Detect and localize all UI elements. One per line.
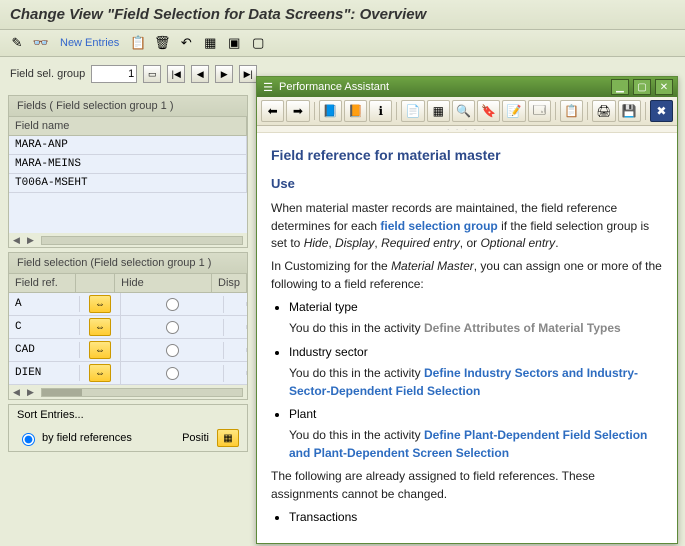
toggle-icon[interactable]: ✎ xyxy=(8,34,26,52)
field-sel-group-input[interactable] xyxy=(91,65,137,83)
col-disp: Disp xyxy=(212,274,247,292)
fsel-panel-header: Field selection (Field selection group 1… xyxy=(9,253,247,274)
col-hide: Hide xyxy=(115,274,212,292)
next-icon[interactable]: ▶ xyxy=(215,65,233,83)
pa-list: Transactions xyxy=(289,509,663,526)
field-selection-panel: Field selection (Field selection group 1… xyxy=(8,252,248,400)
info-icon[interactable]: ℹ xyxy=(369,100,392,122)
scroll-left-icon[interactable]: ◀ xyxy=(13,235,23,245)
back-icon[interactable]: ⬅ xyxy=(261,100,284,122)
last-icon[interactable]: ▶| xyxy=(239,65,257,83)
scrollbar-track[interactable] xyxy=(41,388,243,397)
detail-icon[interactable]: ⇔ xyxy=(89,295,111,313)
window-icon[interactable]: 🗔 xyxy=(528,100,551,122)
hide-radio[interactable] xyxy=(166,298,179,311)
select-all-icon[interactable]: ▦ xyxy=(201,34,219,52)
col-field-ref: Field ref. xyxy=(9,274,76,292)
note-icon[interactable]: 📝 xyxy=(502,100,525,122)
pa-paragraph: In Customizing for the Material Master, … xyxy=(271,258,663,293)
prev-icon[interactable]: ◀ xyxy=(191,65,209,83)
sort-ref-radio[interactable] xyxy=(22,433,35,446)
hscroll[interactable]: ◀ ▶ xyxy=(9,385,247,399)
detail-icon[interactable]: ⇔ xyxy=(89,318,111,336)
hide-radio[interactable] xyxy=(166,321,179,334)
detail-icon[interactable]: ⇔ xyxy=(89,364,111,382)
pa-titlebar[interactable]: ☰ Performance Assistant ▁ ▢ ✕ xyxy=(257,77,677,97)
first-icon[interactable]: |◀ xyxy=(167,65,185,83)
sort-panel: Sort Entries... by field references Posi… xyxy=(8,404,248,452)
table-row[interactable]: A ⇔ xyxy=(9,293,247,316)
new-entries-button[interactable]: New Entries xyxy=(60,37,119,49)
scroll-right-icon[interactable]: ▶ xyxy=(27,387,37,397)
field-selection-group-link[interactable]: field selection group xyxy=(380,219,497,233)
scrollbar-track[interactable] xyxy=(41,236,243,245)
value-help-icon[interactable]: ▭ xyxy=(143,65,161,83)
pa-app-icon: ☰ xyxy=(261,80,275,94)
doc-icon[interactable]: 📄 xyxy=(401,100,424,122)
field-sel-group-label: Field sel. group xyxy=(10,68,85,80)
table-row[interactable]: CAD ⇔ xyxy=(9,339,247,362)
forward-icon[interactable]: ➡ xyxy=(286,100,309,122)
list-item: Material type You do this in the activit… xyxy=(289,299,663,338)
bookmark-icon[interactable]: 🔖 xyxy=(477,100,500,122)
table-row[interactable]: DIEN ⇔ xyxy=(9,362,247,385)
title-bar: Change View "Field Selection for Data Sc… xyxy=(0,0,685,30)
hide-radio[interactable] xyxy=(166,367,179,380)
hide-radio[interactable] xyxy=(166,344,179,357)
grid-icon[interactable]: ▦ xyxy=(427,100,450,122)
position-label: Positi xyxy=(182,432,209,444)
pa-grip[interactable]: · · · · · xyxy=(257,126,677,133)
detail-icon[interactable]: ⇔ xyxy=(89,341,111,359)
book2-icon[interactable]: 📙 xyxy=(344,100,367,122)
close-icon[interactable]: ✕ xyxy=(655,79,673,95)
performance-assistant-window: ☰ Performance Assistant ▁ ▢ ✕ ⬅ ➡ 📘 📙 ℹ … xyxy=(256,76,678,544)
pa-body: Field reference for material master Use … xyxy=(257,133,677,543)
pa-use-heading: Use xyxy=(271,175,663,194)
list-item: Plant You do this in the activity Define… xyxy=(289,406,663,462)
table-row[interactable]: MARA-ANP xyxy=(9,136,247,155)
table-row[interactable]: MARA-MEINS xyxy=(9,155,247,174)
pa-list: Material type You do this in the activit… xyxy=(289,299,663,462)
sort-label: Sort Entries... xyxy=(17,409,239,421)
page-title: Change View "Field Selection for Data Sc… xyxy=(10,6,675,23)
copy-icon[interactable]: 📋 xyxy=(129,34,147,52)
table-row[interactable]: C ⇔ xyxy=(9,316,247,339)
pa-paragraph: When material master records are maintai… xyxy=(271,200,663,252)
book-icon[interactable]: 📘 xyxy=(319,100,342,122)
scroll-right-icon[interactable]: ▶ xyxy=(27,235,37,245)
select-block-icon[interactable]: ▣ xyxy=(225,34,243,52)
pa-paragraph: The following are already assigned to fi… xyxy=(271,468,663,503)
list-item: Industry sector You do this in the activ… xyxy=(289,344,663,400)
sort-by-ref[interactable]: by field references xyxy=(17,430,132,446)
maximize-icon[interactable]: ▢ xyxy=(633,79,651,95)
minimize-icon[interactable]: ▁ xyxy=(611,79,629,95)
pa-toolbar: ⬅ ➡ 📘 📙 ℹ 📄 ▦ 🔍 🔖 📝 🗔 📋 🖨 💾 ✖ xyxy=(257,97,677,126)
undo-icon[interactable]: ↶ xyxy=(177,34,195,52)
define-attributes-link[interactable]: Define Attributes of Material Types xyxy=(424,321,621,335)
table-row[interactable]: T006A-MSEHT xyxy=(9,174,247,193)
glasses-icon[interactable]: 👓 xyxy=(32,34,50,52)
print-icon[interactable]: 🖨 xyxy=(592,100,615,122)
fields-panel: Fields ( Field selection group 1 ) Field… xyxy=(8,95,248,248)
save-icon[interactable]: 💾 xyxy=(618,100,641,122)
main-toolbar: ✎ 👓 New Entries 📋 🗑 ↶ ▦ ▣ ▢ xyxy=(0,30,685,57)
copy2-icon[interactable]: 📋 xyxy=(560,100,583,122)
find-icon[interactable]: 🔍 xyxy=(452,100,475,122)
delete-icon[interactable]: 🗑 xyxy=(153,34,171,52)
fields-panel-header: Fields ( Field selection group 1 ) xyxy=(9,96,247,117)
col-field-name: Field name xyxy=(9,117,247,135)
list-item: Transactions xyxy=(289,509,663,526)
stop-icon[interactable]: ✖ xyxy=(650,100,673,122)
position-icon[interactable]: ▦ xyxy=(217,429,239,447)
deselect-icon[interactable]: ▢ xyxy=(249,34,267,52)
pa-heading: Field reference for material master xyxy=(271,145,663,165)
scroll-left-icon[interactable]: ◀ xyxy=(13,387,23,397)
hscroll[interactable]: ◀ ▶ xyxy=(9,233,247,247)
pa-title: Performance Assistant xyxy=(279,81,607,93)
